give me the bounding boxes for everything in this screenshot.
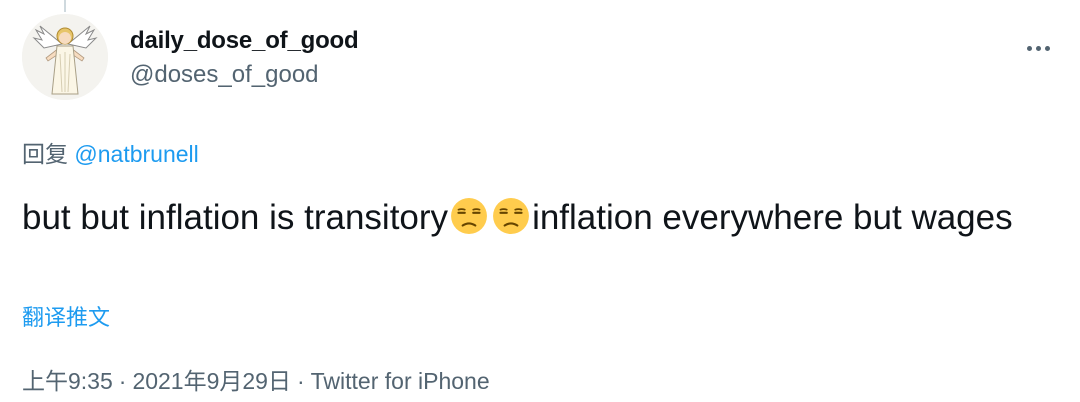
reply-mention-link[interactable]: @natbrunell <box>74 141 198 167</box>
more-dot-icon <box>1044 45 1050 51</box>
unamused-face-emoji-icon <box>451 198 488 234</box>
translate-tweet-link[interactable]: 翻译推文 <box>22 304 110 332</box>
angel-avatar-icon <box>22 14 108 100</box>
tweet-text: but but inflation is transitory inflation… <box>22 195 1062 241</box>
meta-separator: · <box>296 368 305 394</box>
tweet-text-part-1: but but inflation is transitory <box>22 198 449 237</box>
tweet-text-part-2: inflation everywhere but wages <box>532 198 1013 237</box>
thread-connector-line <box>64 0 66 12</box>
user-handle[interactable]: @doses_of_good <box>130 60 358 90</box>
tweet-date[interactable]: 2021年9月29日 <box>132 368 291 394</box>
tweet-header: daily_dose_of_good @doses_of_good <box>22 14 1058 104</box>
display-name[interactable]: daily_dose_of_good <box>130 26 359 56</box>
more-dot-icon <box>1026 45 1032 51</box>
meta-separator: · <box>118 368 127 394</box>
tweet-metadata: 上午9:35 · 2021年9月29日 · Twitter for iPhone <box>22 366 490 396</box>
unamused-face-emoji-icon <box>493 198 530 234</box>
more-dot-icon <box>1035 45 1041 51</box>
reply-prefix: 回复 <box>22 141 68 167</box>
tweet-source[interactable]: Twitter for iPhone <box>311 368 490 394</box>
reply-context: 回复 @natbrunell <box>22 140 199 168</box>
more-options-button[interactable] <box>1018 36 1058 60</box>
avatar[interactable] <box>22 14 108 100</box>
tweet-time[interactable]: 上午9:35 <box>22 368 113 394</box>
